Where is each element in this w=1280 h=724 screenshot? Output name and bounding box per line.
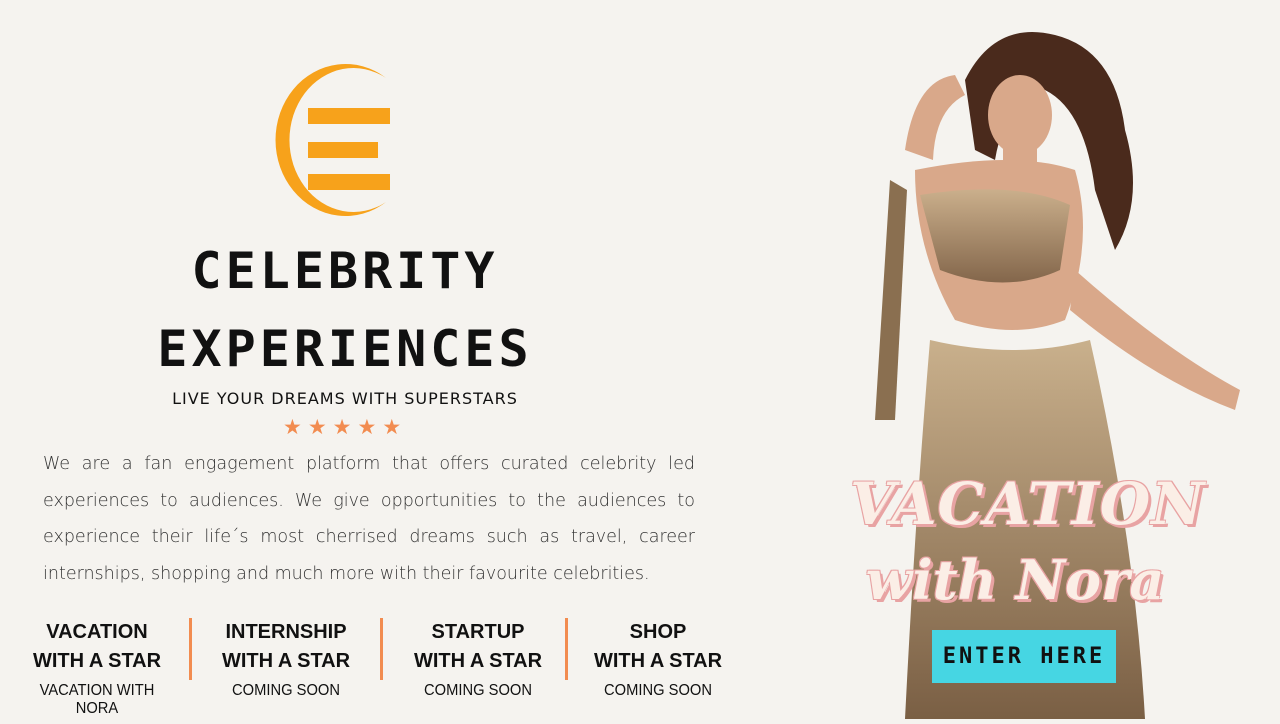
logo-mark-icon xyxy=(275,64,390,216)
star-icon: ★ xyxy=(332,416,352,439)
star-icon: ★ xyxy=(382,416,402,439)
category-status: COMING SOON xyxy=(424,682,532,699)
brand-title-line1: CELEBRITY xyxy=(191,242,499,300)
star-icon: ★ xyxy=(283,416,302,439)
category-title-line2: WITH A STAR xyxy=(221,650,351,672)
category-divider xyxy=(189,618,192,680)
category-title-line1: INTERNSHIP xyxy=(225,621,347,643)
category-title-line1: STARTUP xyxy=(431,621,525,643)
promo-title-line1: VACATION xyxy=(850,470,1206,538)
brand-logo xyxy=(268,60,408,220)
category-shop[interactable]: SHOP WITH A STAR COMING SOON xyxy=(573,618,743,700)
promo-title-line2: with Nora xyxy=(865,548,1165,612)
category-title-line1: VACATION xyxy=(46,621,148,643)
category-status: VACATION WITH NORA xyxy=(39,682,155,717)
category-status: COMING SOON xyxy=(232,682,340,699)
category-title-line2: WITH A STAR xyxy=(593,650,723,672)
category-status: COMING SOON xyxy=(604,682,712,699)
category-divider xyxy=(380,618,383,680)
about-description: We are a fan engagement platform that of… xyxy=(43,454,695,584)
brand-title-line2: EXPERIENCES xyxy=(157,320,533,378)
rating-stars: ★ ★ ★ ★ ★ xyxy=(283,417,401,438)
star-icon: ★ xyxy=(357,416,377,439)
enter-here-button[interactable]: ENTER HERE xyxy=(932,630,1116,683)
category-divider xyxy=(565,618,568,680)
brand-tagline: LIVE YOUR DREAMS WITH SUPERSTARS xyxy=(172,389,518,408)
celebrity-photo xyxy=(845,20,1265,719)
category-vacation[interactable]: VACATION WITH A STAR VACATION WITH NORA xyxy=(12,618,182,718)
star-icon: ★ xyxy=(307,416,327,439)
category-startup[interactable]: STARTUP WITH A STAR COMING SOON xyxy=(393,618,563,700)
category-title-line2: WITH A STAR xyxy=(32,650,162,672)
category-title-line1: SHOP xyxy=(629,621,687,643)
category-internship[interactable]: INTERNSHIP WITH A STAR COMING SOON xyxy=(200,618,372,700)
category-title-line2: WITH A STAR xyxy=(413,650,543,672)
